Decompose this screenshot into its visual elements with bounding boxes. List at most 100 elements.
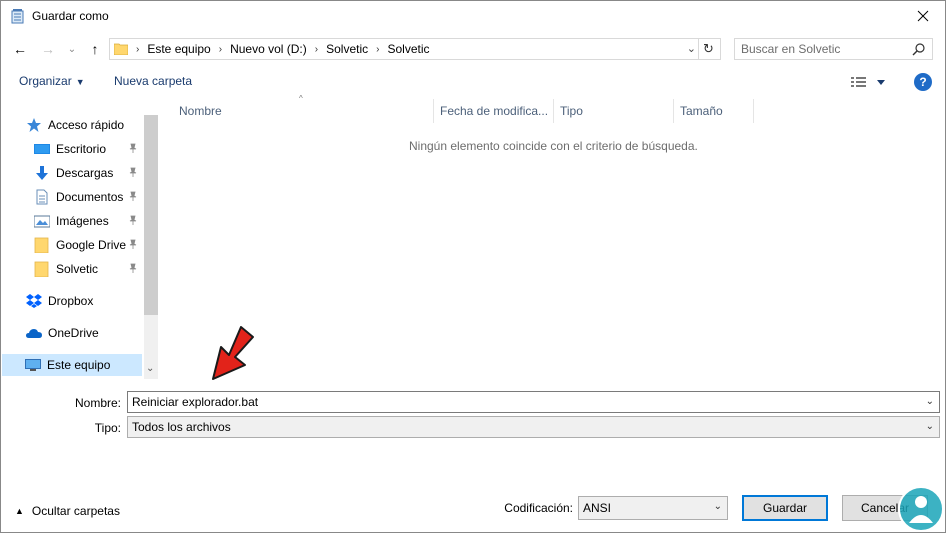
- address-bar[interactable]: › Este equipo › Nuevo vol (D:) › Solveti…: [109, 38, 721, 60]
- save-as-dialog: Guardar como ← → ⌄ ↑ › Este equipo › Nue…: [0, 0, 946, 533]
- file-list[interactable]: ^ Nombre Fecha de modifica... Tipo Tamañ…: [161, 94, 945, 379]
- column-divider[interactable]: [753, 99, 754, 123]
- sidebar-item-acceso-rapido[interactable]: Acceso rápido: [26, 114, 124, 136]
- save-button[interactable]: Guardar: [742, 495, 828, 521]
- back-button[interactable]: ←: [11, 40, 29, 58]
- breadcrumb-separator: ›: [136, 43, 140, 55]
- command-bar: Organizar ▼ Nueva carpeta ?: [1, 68, 945, 96]
- title-bar: Guardar como: [1, 1, 945, 32]
- window-title: Guardar como: [32, 9, 109, 23]
- pin-icon[interactable]: [128, 239, 138, 252]
- sidebar-item-escritorio[interactable]: Escritorio: [34, 138, 106, 160]
- sidebar-item-label: Descargas: [56, 166, 114, 180]
- pin-icon[interactable]: [128, 215, 138, 228]
- filetype-select[interactable]: Todos los archivos ⌄: [127, 416, 940, 438]
- solvetic-logo-icon: [898, 486, 944, 532]
- star-icon: [27, 118, 41, 132]
- onedrive-icon: [26, 329, 42, 338]
- column-header-nombre[interactable]: Nombre: [179, 99, 222, 123]
- pin-icon[interactable]: [128, 167, 138, 180]
- view-options-button[interactable]: [851, 74, 891, 90]
- column-divider[interactable]: [433, 99, 434, 123]
- breadcrumb-este-equipo[interactable]: Este equipo: [147, 42, 210, 56]
- encoding-select[interactable]: ANSI ⌄: [578, 496, 728, 520]
- search-placeholder: Buscar en Solvetic: [741, 42, 841, 56]
- column-divider[interactable]: [553, 99, 554, 123]
- sidebar-item-imagenes[interactable]: Imágenes: [34, 210, 109, 232]
- column-header-fecha[interactable]: Fecha de modifica...: [440, 99, 548, 123]
- pin-icon[interactable]: [128, 191, 138, 204]
- sidebar-item-dropbox[interactable]: Dropbox: [26, 290, 93, 312]
- sidebar-item-label: Escritorio: [56, 142, 107, 156]
- chevron-down-icon[interactable]: ⌄: [926, 396, 934, 407]
- sidebar-item-google-drive[interactable]: Google Drive: [34, 234, 126, 256]
- breadcrumb-solvetic[interactable]: Solvetic: [387, 42, 429, 56]
- navigation-bar: ← → ⌄ ↑ › Este equipo › Nuevo vol (D:) ›…: [1, 36, 945, 62]
- download-icon: [36, 166, 48, 180]
- breadcrumb-solvetic-parent[interactable]: Solvetic: [326, 42, 368, 56]
- breadcrumb-separator[interactable]: ›: [315, 44, 318, 55]
- sidebar-item-label: Google Drive: [56, 238, 127, 252]
- hide-folders-label: Ocultar carpetas: [31, 504, 120, 518]
- column-divider[interactable]: [673, 99, 674, 123]
- pin-icon[interactable]: [128, 263, 138, 276]
- pictures-icon: [34, 215, 50, 228]
- sidebar-item-label: Dropbox: [48, 294, 94, 308]
- sidebar-scrollbar[interactable]: [144, 115, 158, 379]
- forward-button[interactable]: →: [39, 40, 57, 58]
- filetype-label: Tipo:: [94, 421, 121, 435]
- sort-ascending-icon: ^: [299, 94, 303, 103]
- sidebar-item-solvetic[interactable]: Solvetic: [34, 258, 98, 280]
- breadcrumb-separator[interactable]: ›: [219, 44, 222, 55]
- up-button[interactable]: ↑: [86, 40, 104, 58]
- address-dropdown-button[interactable]: ⌄: [687, 42, 696, 55]
- filetype-value: Todos los archivos: [132, 420, 231, 434]
- sidebar-item-label: Imágenes: [56, 214, 109, 228]
- pin-icon[interactable]: [128, 143, 138, 156]
- dropbox-icon: [26, 294, 42, 308]
- close-button[interactable]: [913, 6, 933, 26]
- chevron-down-icon: ⌄: [925, 421, 934, 432]
- notepad-icon: [11, 9, 24, 24]
- chevron-up-icon: ▲: [15, 506, 24, 516]
- breadcrumb-separator[interactable]: ›: [376, 44, 379, 55]
- folder-icon: [34, 261, 49, 277]
- desktop-icon: [34, 144, 50, 154]
- folder-icon: [114, 43, 128, 55]
- hide-folders-button[interactable]: ▲ Ocultar carpetas: [15, 504, 120, 518]
- empty-folder-message: Ningún elemento coincide con el criterio…: [409, 139, 698, 153]
- search-input[interactable]: Buscar en Solvetic: [734, 38, 933, 60]
- organize-label: Organizar: [19, 74, 72, 88]
- column-header-tamano[interactable]: Tamaño: [680, 99, 723, 123]
- chevron-down-icon: ⌄: [713, 501, 722, 512]
- details-view-icon: [851, 77, 866, 87]
- sidebar-item-label: Este equipo: [47, 358, 111, 372]
- breadcrumb-nuevo-vol[interactable]: Nuevo vol (D:): [230, 42, 307, 56]
- refresh-button[interactable]: ↻: [698, 39, 718, 59]
- documents-icon: [36, 189, 48, 205]
- column-header-tipo[interactable]: Tipo: [560, 99, 583, 123]
- filename-value: Reiniciar explorador.bat: [132, 395, 259, 409]
- annotation-arrow-icon: [212, 326, 254, 380]
- sidebar-item-documentos[interactable]: Documentos: [34, 186, 123, 208]
- sidebar-item-label: Solvetic: [56, 262, 99, 276]
- chevron-down-icon: [877, 80, 885, 85]
- new-folder-button[interactable]: Nueva carpeta: [114, 74, 192, 88]
- encoding-label: Codificación:: [504, 501, 573, 515]
- sidebar-item-onedrive[interactable]: OneDrive: [26, 322, 99, 344]
- search-icon: [912, 43, 925, 56]
- sidebar-item-descargas[interactable]: Descargas: [34, 162, 113, 184]
- chevron-down-icon: ▼: [75, 77, 85, 87]
- organize-button[interactable]: Organizar ▼: [19, 74, 85, 88]
- filename-label: Nombre:: [74, 396, 121, 410]
- scrollbar-thumb[interactable]: [144, 115, 158, 315]
- recent-locations-button[interactable]: ⌄: [63, 40, 81, 58]
- sidebar-item-este-equipo[interactable]: Este equipo: [2, 354, 142, 376]
- sidebar-item-label: Documentos: [56, 190, 124, 204]
- scroll-down-button[interactable]: ⌄: [146, 363, 154, 374]
- sidebar-item-label: Acceso rápido: [48, 118, 125, 132]
- help-button[interactable]: ?: [914, 73, 932, 91]
- filename-field[interactable]: Reiniciar explorador.bat ⌄: [127, 391, 940, 413]
- navigation-pane: Acceso rápido Escritorio Descargas Docum…: [2, 97, 158, 379]
- sidebar-item-label: OneDrive: [48, 326, 99, 340]
